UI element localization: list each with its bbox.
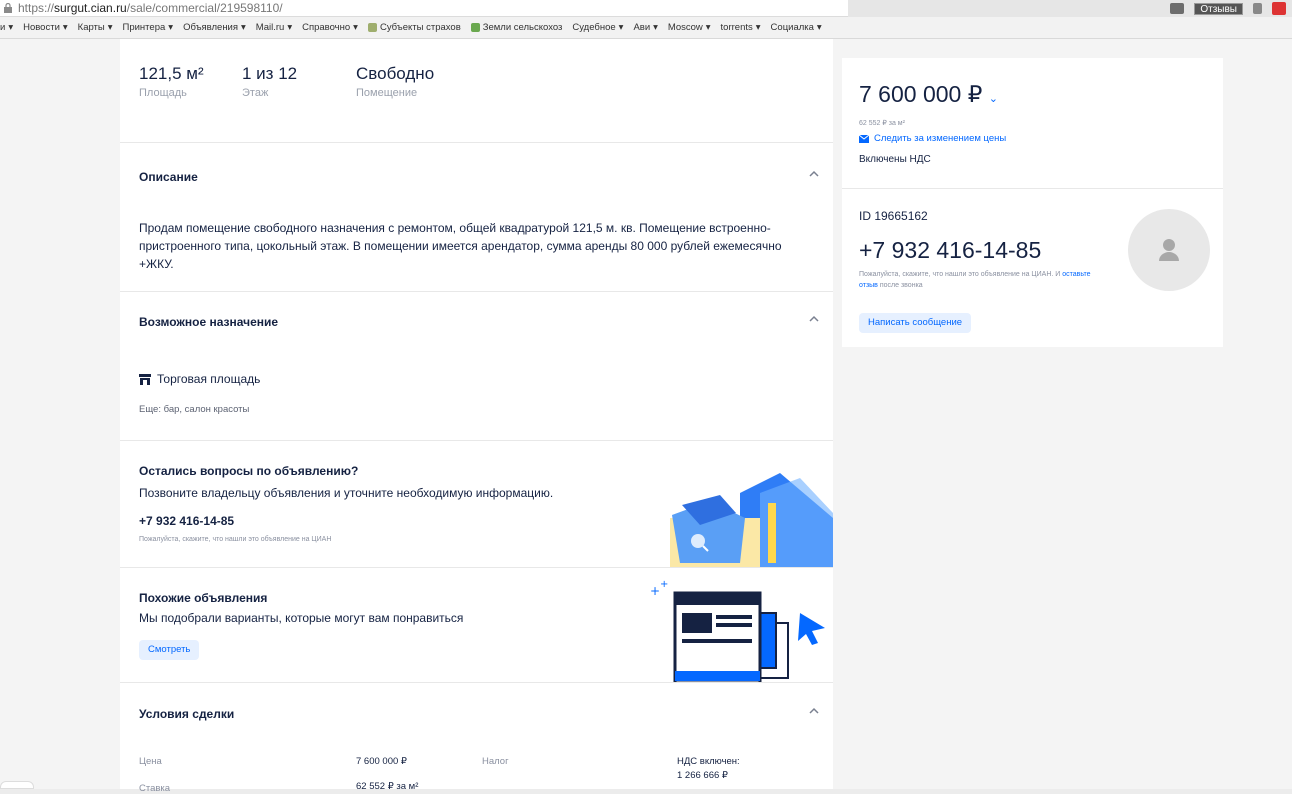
chevron-up-icon[interactable] [809,169,819,179]
description-section: Описание Продам помещение свободного наз… [120,143,833,292]
browser-top-bar: https://surgut.cian.ru/sale/commercial/2… [0,0,1292,17]
price-card: 7 600 000 ₽ ⌄ 62 552 ₽ за м² Следить за … [842,58,1223,189]
deal-price-label: Цена [139,756,162,767]
browser-toolbar-right: Отзывы [1170,0,1292,17]
premises-value: Свободно [356,64,435,83]
questions-section: Остались вопросы по объявлению? Позвонит… [120,441,833,568]
avatar [1128,209,1210,291]
contact-card: ID 19665162 +7 932 416-14-85 Пожалуйста,… [842,189,1223,347]
scroll-handle[interactable] [0,781,34,789]
floor-label: Этаж [242,87,269,99]
bookmark-item[interactable]: Принтера ▾ [123,22,174,33]
folder-search-illustration [670,473,833,567]
questions-subtitle: Позвоните владельцу объявления и уточнит… [139,486,554,500]
bookmark-item[interactable]: Земли сельскохоз [470,22,562,33]
purpose-section: Возможное назначение Торговая площадь Ещ… [120,292,833,441]
bookmark-item[interactable]: Судебное ▾ [572,22,623,33]
deal-title: Условия сделки [139,707,235,721]
url-path: /sale/commercial/219598110/ [126,1,283,15]
bookmark-item[interactable]: и ▾ [0,22,13,33]
bookmark-item[interactable]: Карты ▾ [78,22,113,33]
similar-subtitle: Мы подобрали варианты, которые могут вам… [139,611,464,625]
address-bar[interactable]: https://surgut.cian.ru/sale/commercial/2… [0,0,848,17]
purpose-title: Возможное назначение [139,315,279,329]
purpose-more: Еще: бар, салон красоты [139,404,250,415]
listing-id: ID 19665162 [859,209,928,223]
bookmark-item[interactable]: torrents ▾ [721,22,761,33]
stats-section: 121,5 м² Площадь 1 из 12 Этаж Свободно П… [120,39,833,143]
bookmark-item[interactable]: Ави ▾ [633,22,657,33]
floor-stat: 1 из 12 Этаж [242,64,297,99]
deal-price-value: 7 600 000 ₽ [356,756,407,767]
area-label: Площадь [139,87,187,99]
deal-rate-value: 62 552 ₽ за м² [356,781,419,792]
premises-stat: Свободно Помещение [356,64,434,99]
deal-tax-value: НДС включен: [677,756,740,767]
questions-phone[interactable]: +7 932 416-14-85 [139,514,234,528]
listings-illustration: + + [650,579,825,682]
folder-icon [470,23,480,32]
bookmark-item[interactable]: Справочно ▾ [302,22,358,33]
write-message-button[interactable]: Написать сообщение [859,313,972,333]
deal-tax-label: Налог [482,756,509,767]
folder-icon [367,23,377,32]
url-prefix: https:// [18,1,55,15]
description-text: Продам помещение свободного назначения с… [139,221,782,271]
svg-text:+: + [650,584,660,598]
price-per-m2: 62 552 ₽ за м² [859,120,905,127]
bookmark-item[interactable]: Социалка ▾ [771,22,822,33]
follow-price-label: Следить за изменением цены [874,133,1007,144]
deal-section: Условия сделки Цена 7 600 000 ₽ Налог НД… [120,683,833,794]
chevron-up-icon[interactable] [809,314,819,324]
menu-icon[interactable] [1272,2,1286,15]
extension-icon[interactable] [1170,3,1185,14]
vat-note: Включены НДС [859,154,931,165]
similar-title: Похожие объявления [139,591,268,605]
floor-value: 1 из 12 [242,64,298,83]
bookmark-item[interactable]: Mail.ru ▾ [256,22,292,33]
url-host: surgut.cian.ru [54,1,127,15]
area-stat: 121,5 м² Площадь [139,64,204,99]
envelope-icon [859,134,869,143]
premises-label: Помещение [356,87,418,99]
price-value: 7 600 000 ₽ ⌄ [859,81,998,107]
questions-title: Остались вопросы по объявлению? [139,464,359,478]
bookmarks-bar: и ▾ Новости ▾ Карты ▾ Принтера ▾ Объявле… [0,17,1292,39]
description-title: Описание [139,170,198,184]
bookmark-item[interactable]: Новости ▾ [23,22,68,33]
deal-tax-amount: 1 266 666 ₽ [677,770,728,781]
questions-note: Пожалуйста, скажите, что нашли это объяв… [139,536,332,543]
feedback-button[interactable]: Отзывы [1194,2,1243,15]
bookmark-icon[interactable] [1253,3,1262,14]
view-similar-button[interactable]: Смотреть [139,640,200,660]
page-content: 121,5 м² Площадь 1 из 12 Этаж Свободно П… [0,39,1292,794]
purpose-item-label: Торговая площадь [157,372,261,386]
contact-note: Пожалуйста, скажите, что нашли это объяв… [859,271,1091,289]
bookmark-item[interactable]: Субъекты страхов [367,22,461,33]
contact-phone[interactable]: +7 932 416-14-85 [859,237,1041,264]
store-icon [139,373,151,385]
lock-icon [4,3,12,13]
follow-price-link[interactable]: Следить за изменением цены [859,133,1006,144]
user-icon [1159,239,1179,261]
bookmark-item[interactable]: Объявления ▾ [183,22,246,33]
area-value: 121,5 м² [139,64,204,83]
main-column: 121,5 м² Площадь 1 из 12 Этаж Свободно П… [120,39,833,794]
similar-section: Похожие объявления Мы подобрали варианты… [120,568,833,683]
purpose-item: Торговая площадь [139,372,260,386]
svg-text:+: + [660,579,668,590]
chevron-up-icon[interactable] [809,706,819,716]
bookmark-item[interactable]: Moscow ▾ [668,22,711,33]
